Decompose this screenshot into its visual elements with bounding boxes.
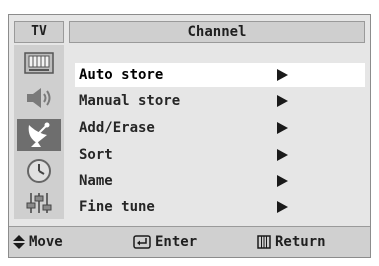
sound-icon[interactable] [21, 85, 57, 111]
picture-icon[interactable] [21, 50, 57, 76]
menu-content: Auto store Manual store Add/Erase Sort N… [69, 45, 365, 219]
setup-icon[interactable] [21, 190, 57, 216]
arrow-right-icon [277, 69, 288, 81]
menu-item-add-erase[interactable]: Add/Erase [75, 116, 365, 140]
move-hint-label: Move [29, 234, 63, 250]
channel-icon[interactable] [17, 119, 61, 151]
help-bar: Move Enter Return [9, 226, 370, 257]
clock-icon[interactable] [21, 158, 57, 184]
tv-label: TV [14, 21, 64, 43]
move-hint: Move [13, 227, 63, 257]
menu-item-label: Manual store [79, 93, 181, 109]
menu-item-label: Add/Erase [79, 120, 155, 136]
menu-icon [257, 235, 271, 249]
menu-item-label: Name [79, 173, 113, 189]
menu-item-manual-store[interactable]: Manual store [75, 89, 365, 113]
category-sidebar [14, 45, 64, 219]
up-down-arrow-icon [13, 235, 25, 249]
osd-menu: TV Channel Auto store Manual store Add/E… [8, 14, 371, 258]
return-hint-label: Return [275, 234, 326, 250]
enter-hint: Enter [133, 227, 197, 257]
menu-item-auto-store[interactable]: Auto store [75, 63, 365, 87]
menu-item-label: Sort [79, 147, 113, 163]
menu-item-name[interactable]: Name [75, 169, 365, 193]
enter-icon [133, 235, 151, 249]
menu-item-label: Fine tune [79, 199, 155, 215]
menu-item-label: Auto store [79, 67, 164, 83]
arrow-right-icon [277, 95, 288, 107]
enter-hint-label: Enter [155, 234, 198, 250]
return-hint: Return [257, 227, 326, 257]
menu-item-sort[interactable]: Sort [75, 143, 365, 167]
arrow-right-icon [277, 149, 288, 161]
menu-title: Channel [69, 21, 365, 43]
arrow-right-icon [277, 175, 288, 187]
arrow-right-icon [277, 201, 288, 213]
menu-item-fine-tune[interactable]: Fine tune [75, 195, 365, 219]
menu-header: TV Channel [14, 21, 365, 43]
arrow-right-icon [277, 122, 288, 134]
